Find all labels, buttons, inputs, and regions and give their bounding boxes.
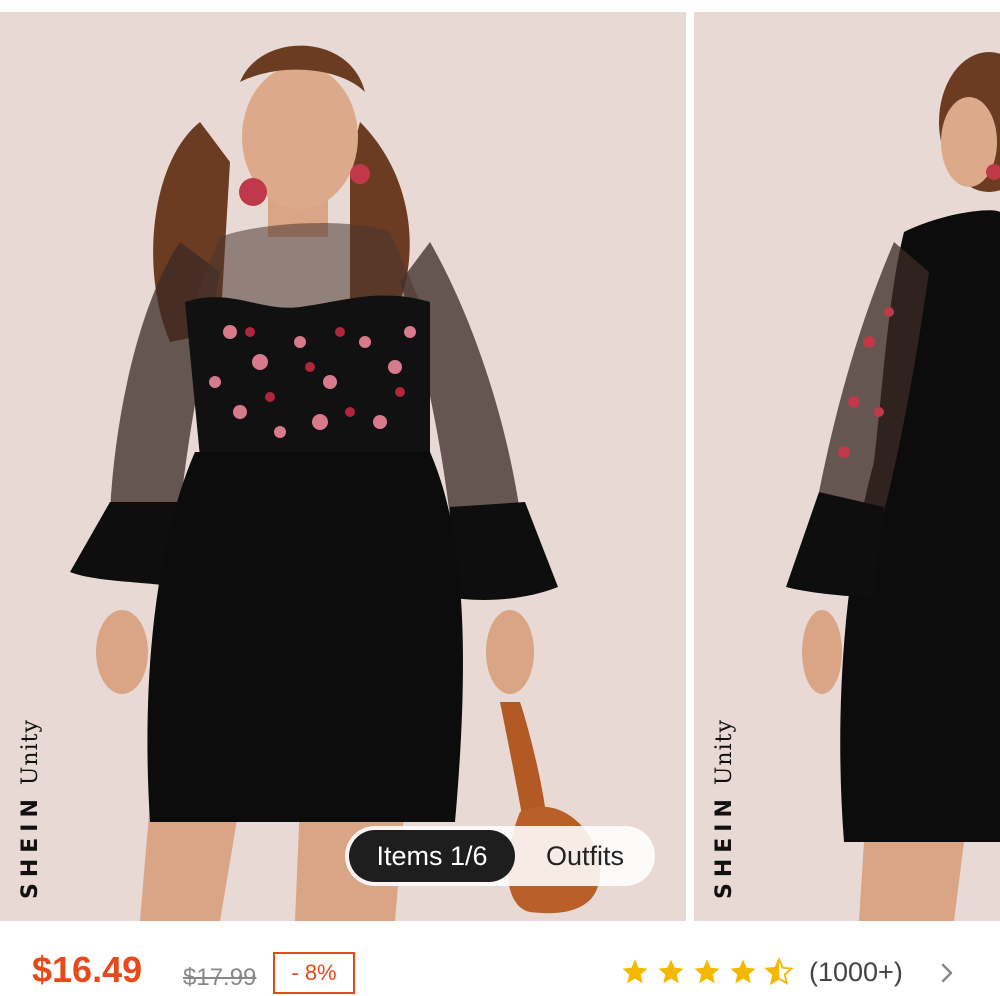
top-strip — [0, 0, 1000, 12]
sale-price: $16.49 — [32, 949, 143, 990]
half-star-icon — [764, 957, 794, 986]
product-image-gallery[interactable]: SHEINUnity SHEINUnity — [0, 12, 1000, 921]
tab-items[interactable]: Items 1/6 — [349, 830, 515, 882]
back-photo — [694, 12, 1000, 921]
product-image-front[interactable]: SHEINUnity — [0, 12, 686, 921]
star-icon — [694, 959, 720, 984]
chevron-right-icon[interactable] — [935, 959, 959, 987]
discount-badge: - 8% — [273, 952, 355, 994]
original-price: $17.99 — [183, 964, 257, 991]
brand-watermark: SHEINUnity — [18, 719, 43, 899]
star-icon — [658, 959, 684, 984]
price-rating-bar: $16.49 $17.99 - 8% (1000+) — [0, 921, 1000, 996]
front-photo — [0, 12, 686, 921]
product-image-back[interactable]: SHEINUnity — [694, 12, 1000, 921]
star-icon — [730, 959, 756, 984]
tab-outfits[interactable]: Outfits — [521, 830, 649, 882]
rating-stars[interactable] — [620, 957, 794, 987]
brand-watermark: SHEINUnity — [712, 719, 737, 899]
gallery-tab-switcher: Items 1/6 Outfits — [345, 826, 655, 886]
review-count[interactable]: (1000+) — [809, 957, 903, 988]
star-icon — [622, 959, 648, 984]
